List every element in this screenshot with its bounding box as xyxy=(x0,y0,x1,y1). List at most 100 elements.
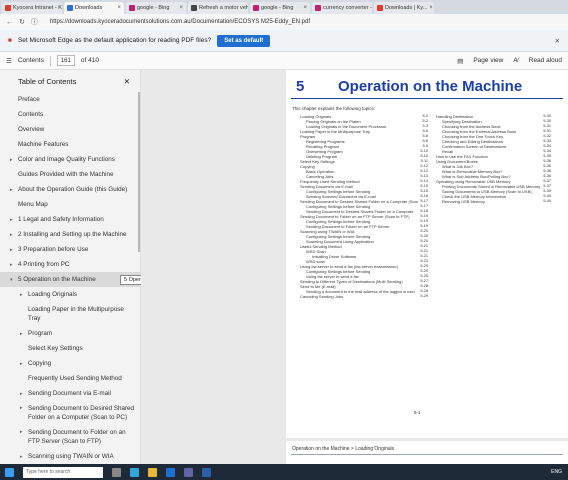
tab-favicon-icon xyxy=(191,5,197,11)
browser-tab[interactable]: Downloads × xyxy=(64,2,124,14)
chevron-icon[interactable]: ▸ xyxy=(10,187,18,193)
chevron-icon[interactable]: ▸ xyxy=(20,331,28,337)
toc-item-label: Sending Document via E-mail xyxy=(28,390,111,397)
toc-item[interactable]: ▸ 2 Installing and Setting up the Machine xyxy=(0,227,140,242)
close-icon[interactable]: × xyxy=(303,5,307,11)
taskbar-search[interactable]: Type here to search xyxy=(23,466,103,478)
browser-tab[interactable]: google - Bing × xyxy=(126,2,186,14)
chevron-icon[interactable]: ▸ xyxy=(10,157,18,163)
refresh-icon[interactable]: ↻ xyxy=(19,18,25,26)
toc-item[interactable]: ▸ 4 Printing from PC xyxy=(0,257,140,272)
toc-item[interactable]: Overview xyxy=(0,122,140,137)
toc-item-label: Loading Originals xyxy=(28,291,78,298)
chevron-icon[interactable]: ▸ xyxy=(20,454,28,460)
toc-item[interactable]: Machine Features xyxy=(0,137,140,152)
toc-item[interactable]: Preface xyxy=(0,92,140,107)
chevron-icon[interactable]: ▸ xyxy=(10,262,18,268)
chevron-icon[interactable]: ▸ xyxy=(10,247,18,253)
divider xyxy=(291,98,563,99)
contents-entry[interactable]: Canceling Sending Jobs 5-29 xyxy=(300,294,428,299)
divider xyxy=(291,454,563,455)
tab-label: google - Bing xyxy=(137,5,170,11)
toc-item-label: 2 Installing and Setting up the Machine xyxy=(18,231,127,238)
separator xyxy=(49,55,51,66)
toc-item-label: Copying xyxy=(28,360,52,367)
tab-label: Downloads xyxy=(75,5,103,11)
contents-entry-page: 5-29 xyxy=(420,294,428,298)
toc-item[interactable]: ▾ 5 Operation on the Machine xyxy=(0,272,140,287)
set-default-button[interactable]: Set as default xyxy=(217,34,271,47)
page-number-input[interactable]: 161 xyxy=(56,55,75,66)
file-explorer-icon[interactable] xyxy=(148,467,157,477)
address-url[interactable]: https://downloads.kyoceradocumentsolutio… xyxy=(50,19,310,25)
toc-item[interactable]: Loading Paper in the Multipurpose Tray xyxy=(0,302,140,326)
address-bar[interactable]: ← ↻ ⓘ https://downloads.kyoceradocuments… xyxy=(0,14,568,30)
toc-item-label: Machine Features xyxy=(18,141,69,148)
chevron-icon[interactable]: ▸ xyxy=(20,428,28,437)
chevron-icon[interactable]: ▸ xyxy=(10,217,18,223)
pdf-viewer[interactable]: 5 Operation on the Machine This chapter … xyxy=(141,70,568,464)
chevron-icon[interactable]: ▸ xyxy=(20,391,28,397)
toc-item-label: Program xyxy=(28,330,53,337)
contents-button[interactable]: Contents xyxy=(18,57,44,64)
close-icon[interactable]: × xyxy=(429,5,433,11)
toc-item[interactable]: ▸ 3 Preparation before Use xyxy=(0,242,140,257)
toc-item[interactable]: Guides Provided with the Machine xyxy=(0,167,140,182)
windows-start-icon[interactable] xyxy=(5,467,14,477)
toc-item[interactable]: ▸ About the Operation Guide (this Guide) xyxy=(0,182,140,197)
browser-tab[interactable]: Downloads | Ky... × xyxy=(374,2,434,14)
toc-item[interactable]: Frequently Used Sending Method xyxy=(0,371,140,386)
task-view-icon[interactable] xyxy=(112,467,121,477)
toc-item[interactable]: ▸ Sending Document via E-mail xyxy=(0,386,140,401)
read-aloud-icon[interactable]: A⁄ xyxy=(513,57,518,64)
system-tray: ENG xyxy=(551,469,562,475)
browser-tab[interactable]: currency converter - ...× xyxy=(312,2,372,14)
contents-entry-page: 5-40 xyxy=(543,199,551,203)
close-icon[interactable]: × xyxy=(117,5,121,11)
chevron-icon[interactable]: ▸ xyxy=(10,232,18,238)
contents-entry[interactable]: Removing USB Memory 5-40 xyxy=(436,199,551,204)
pdf-page: 5 Operation on the Machine This chapter … xyxy=(286,70,568,438)
toc-item[interactable]: ▸ Sending Document to Desired Shared Fold… xyxy=(0,401,140,425)
toc-item[interactable]: ▸ Loading Originals xyxy=(0,287,140,302)
read-aloud-button[interactable]: Read aloud xyxy=(529,57,562,64)
browser-tab[interactable]: google - Bing × xyxy=(250,2,310,14)
teams-icon[interactable] xyxy=(184,467,193,477)
word-icon[interactable] xyxy=(202,467,211,477)
close-icon[interactable]: × xyxy=(179,5,183,11)
toc-item-label: 4 Printing from PC xyxy=(18,261,70,268)
toc-item-label: 5 Operation on the Machine xyxy=(18,276,96,283)
toc-item[interactable]: ▸ Program xyxy=(0,326,140,341)
toc-item[interactable]: ▸ Sending Document to Folder on an FTP Se… xyxy=(0,425,140,449)
page-count: of 410 xyxy=(80,57,99,64)
chevron-icon[interactable]: ▸ xyxy=(20,292,28,298)
contents-icon[interactable]: ☰ xyxy=(6,57,12,65)
page-view-icon[interactable]: ▤ xyxy=(457,57,463,65)
close-icon[interactable]: ✕ xyxy=(555,37,560,45)
page-view-button[interactable]: Page view xyxy=(473,57,503,64)
close-icon[interactable]: ✕ xyxy=(124,77,130,86)
toc-item[interactable]: ▸ Color and Image Quality Functions xyxy=(0,152,140,167)
toc-item[interactable]: ▸ Scanning using TWAIN or WIA xyxy=(0,449,140,464)
browser-tab-bar: Kyocera Intranet - Ky...×Downloads×googl… xyxy=(0,0,568,14)
taskbar: Type here to search ENG xyxy=(0,464,568,480)
toc-item[interactable]: Contents xyxy=(0,107,140,122)
edge-icon[interactable] xyxy=(130,467,139,477)
tab-favicon-icon xyxy=(253,5,259,11)
toc-item-label: Guides Provided with the Machine xyxy=(18,171,114,178)
toc-item[interactable]: ▸ 1 Legal and Safety Information xyxy=(0,212,140,227)
browser-tab[interactable]: Kyocera Intranet - Ky...× xyxy=(2,2,62,14)
outlook-icon[interactable] xyxy=(166,467,175,477)
chevron-icon[interactable]: ▸ xyxy=(20,361,28,367)
toc-scrollbar[interactable] xyxy=(138,92,140,252)
back-icon[interactable]: ← xyxy=(6,19,13,26)
chevron-icon[interactable]: ▾ xyxy=(10,277,18,283)
toc-item[interactable]: Select Key Settings xyxy=(0,341,140,356)
toc-title: Table of Contents xyxy=(18,76,77,86)
toc-panel: Table of Contents ✕ Preface Contents Overv… xyxy=(0,70,141,464)
contents-left-column: Loading Originals 5-2 Placing Originals on… xyxy=(300,114,428,299)
browser-tab[interactable]: Refresh a motor vehicl...× xyxy=(188,2,248,14)
toc-item[interactable]: ▸ Copying xyxy=(0,356,140,371)
toc-item[interactable]: Menu Map xyxy=(0,197,140,212)
chevron-icon[interactable]: ▸ xyxy=(20,404,28,413)
